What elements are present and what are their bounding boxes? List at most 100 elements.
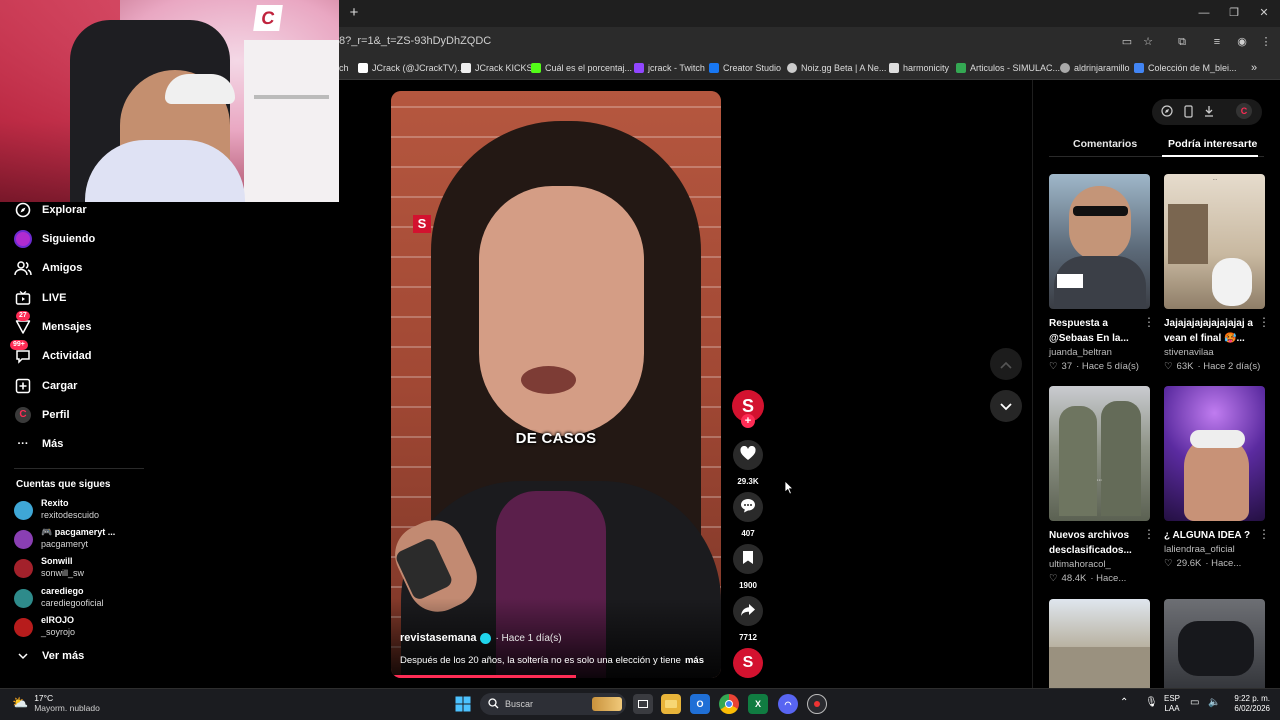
- tray-overflow-icon[interactable]: ⌃: [1120, 698, 1128, 708]
- clock[interactable]: 9:22 p. m. 6/02/2026: [1226, 694, 1270, 714]
- next-video-button[interactable]: [990, 390, 1022, 422]
- volume-icon[interactable]: 🔈: [1208, 698, 1220, 708]
- following-item[interactable]: Rexito rexitodescuido: [14, 498, 154, 524]
- bookmark-item[interactable]: JCrack KICKS: [461, 61, 533, 75]
- like-button[interactable]: [733, 440, 763, 470]
- card-user[interactable]: juanda_beltran: [1049, 347, 1150, 358]
- card-menu-icon[interactable]: ⋮: [1258, 527, 1270, 541]
- sidebar-item-actividad[interactable]: 99+ Actividad: [10, 340, 92, 367]
- card-user[interactable]: ultimahoracol_: [1049, 559, 1150, 570]
- bookmark-item[interactable]: ch: [339, 61, 349, 75]
- search-placeholder: Buscar: [505, 699, 534, 709]
- network-icon[interactable]: ▭: [1190, 698, 1199, 708]
- windows-start-icon[interactable]: [453, 694, 473, 714]
- video-thumbnail[interactable]: ···: [1164, 174, 1265, 309]
- bookmark-item[interactable]: Articulos - SIMULAC...: [956, 61, 1060, 75]
- phone-icon[interactable]: [1181, 104, 1195, 118]
- microphone-icon[interactable]: 🎙: [1145, 698, 1158, 708]
- video-author[interactable]: revistasemana: [400, 632, 476, 644]
- video-thumbnail[interactable]: [1049, 174, 1150, 309]
- card-menu-icon[interactable]: ⋮: [1258, 315, 1270, 329]
- tab-comentarios[interactable]: Comentarios: [1073, 138, 1137, 150]
- card-user[interactable]: laliendraa_oficial: [1164, 544, 1265, 555]
- video-thumbnail[interactable]: ···: [1049, 386, 1150, 521]
- video-card[interactable]: ··· Jajajajajajajajajaj a vean el final …: [1164, 174, 1270, 372]
- following-item[interactable]: 🎮 pacgameryt ... pacgameryt: [14, 527, 154, 553]
- previous-video-button[interactable]: [990, 348, 1022, 380]
- language-indicator[interactable]: ESP LAA: [1164, 694, 1180, 714]
- share-button[interactable]: [733, 596, 763, 626]
- video-player[interactable]: S DE CASOS revistasemana · Hace 1 día(s)…: [391, 91, 721, 678]
- profile-icon[interactable]: ◉: [1234, 34, 1250, 50]
- menu-icon[interactable]: ⋮: [1258, 34, 1274, 50]
- sidebar-item-cargar[interactable]: Cargar: [14, 375, 77, 397]
- comment-button[interactable]: [733, 492, 763, 522]
- video-card[interactable]: ··· Nuevos archivos desclasificados... u…: [1049, 386, 1155, 584]
- follow-plus-icon[interactable]: +: [741, 414, 755, 428]
- sidebar-item-amigos[interactable]: Amigos: [14, 257, 82, 279]
- cast-icon[interactable]: ▭: [1119, 34, 1135, 50]
- card-user[interactable]: stivenavilaa: [1164, 347, 1265, 358]
- following-item[interactable]: elROJO _soyrojo: [14, 615, 154, 641]
- sidebar-item-perfil[interactable]: C Perfil: [14, 404, 70, 426]
- video-thumbnail[interactable]: [1049, 599, 1150, 688]
- card-likes: 63K: [1176, 361, 1194, 372]
- user-avatar-icon[interactable]: C: [1236, 103, 1252, 119]
- sidebar-item-mas[interactable]: ··· Más: [14, 433, 64, 455]
- following-handle: sonwill_sw: [41, 568, 85, 578]
- see-more-button[interactable]: Ver más: [14, 645, 84, 667]
- folder-icon: [1134, 63, 1144, 73]
- extensions-icon[interactable]: ⧉: [1174, 34, 1190, 50]
- close-icon[interactable]: ✕: [1256, 5, 1272, 21]
- new-tab-button[interactable]: +: [346, 4, 362, 22]
- video-thumbnail[interactable]: [1164, 386, 1265, 521]
- video-progress-bar[interactable]: [391, 675, 576, 678]
- save-button[interactable]: [733, 544, 763, 574]
- heart-outline-icon: ♡: [1049, 361, 1058, 372]
- music-disc-icon[interactable]: S: [733, 648, 763, 678]
- taskbar-search[interactable]: Buscar: [480, 693, 626, 715]
- video-thumbnail[interactable]: [1164, 599, 1265, 688]
- bookmark-item[interactable]: Cuál es el porcentaj...: [531, 61, 632, 75]
- discord-icon[interactable]: ◠: [778, 694, 798, 714]
- bookmark-item[interactable]: jcrack - Twitch: [634, 61, 705, 75]
- file-explorer-icon[interactable]: [661, 694, 681, 714]
- bookmark-item[interactable]: JCrack (@JCrackTV)...: [358, 61, 465, 75]
- webcam-shelf: [244, 40, 339, 202]
- bookmarks-overflow-icon[interactable]: »: [1251, 61, 1257, 75]
- video-card[interactable]: ¿ ALGUNA IDEA ? laliendraa_oficial ♡ 29.6…: [1164, 386, 1270, 569]
- following-item[interactable]: Sonwill sonwill_sw: [14, 556, 154, 582]
- task-view-icon[interactable]: [633, 694, 653, 714]
- compass-icon[interactable]: [1160, 104, 1174, 118]
- video-author-row[interactable]: revistasemana · Hace 1 día(s): [400, 632, 562, 644]
- video-card[interactable]: [1049, 599, 1150, 688]
- bookmark-item[interactable]: Creator Studio: [709, 61, 781, 75]
- download-icon[interactable]: [1202, 104, 1216, 118]
- bookmark-item[interactable]: Colección de M_blei...: [1134, 61, 1237, 75]
- video-card[interactable]: Respuesta a @Sebaas En la... juanda_belt…: [1049, 174, 1155, 372]
- following-item[interactable]: carediego carediegooficial: [14, 586, 154, 612]
- video-card[interactable]: [1164, 599, 1265, 688]
- comment-count: 407: [741, 529, 755, 538]
- sidebar-item-live[interactable]: LIVE: [14, 287, 66, 309]
- minimize-icon[interactable]: —: [1196, 5, 1212, 21]
- bookmark-item[interactable]: aldrinjaramillo: [1060, 61, 1130, 75]
- outlook-icon[interactable]: O: [690, 694, 710, 714]
- more-button[interactable]: más: [685, 655, 704, 666]
- tab-podria-interesarte[interactable]: Podría interesarte: [1168, 138, 1257, 150]
- sidebar-item-explorar[interactable]: Explorar: [14, 199, 87, 221]
- card-menu-icon[interactable]: ⋮: [1143, 315, 1155, 329]
- chrome-icon[interactable]: [719, 694, 739, 714]
- media-icon[interactable]: ≡: [1209, 34, 1225, 50]
- bookmark-star-icon[interactable]: ☆: [1140, 34, 1156, 50]
- app-icon[interactable]: [807, 694, 827, 714]
- bookmark-item[interactable]: harmonicity: [889, 61, 949, 75]
- sidebar-item-mensajes[interactable]: 27 Mensajes: [14, 311, 92, 338]
- restore-icon[interactable]: ❐: [1226, 5, 1242, 21]
- weather-widget[interactable]: ⛅ 17°C Mayorm. nublado: [12, 693, 100, 713]
- bookmark-item[interactable]: Noiz.gg Beta | A Ne...: [787, 61, 886, 75]
- excel-icon[interactable]: X: [748, 694, 768, 714]
- url-text[interactable]: 8?_r=1&_t=ZS-93hDyDhZQDC: [339, 35, 491, 47]
- card-menu-icon[interactable]: ⋮: [1143, 527, 1155, 541]
- sidebar-item-siguiendo[interactable]: Siguiendo: [14, 228, 95, 250]
